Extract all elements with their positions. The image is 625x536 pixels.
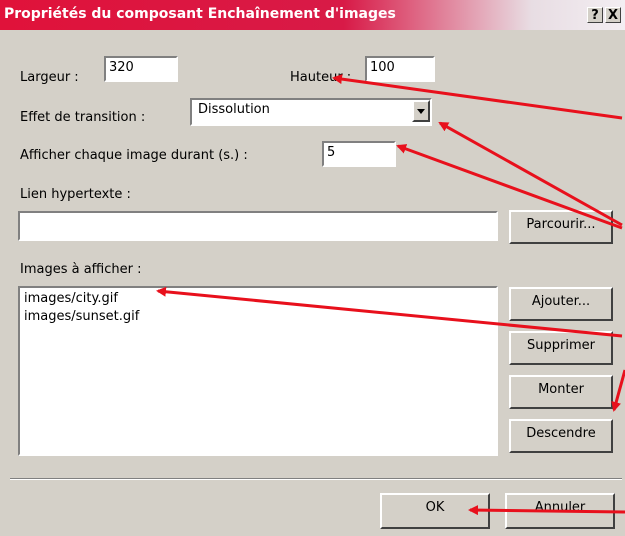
arrow-to-duration xyxy=(396,144,623,230)
arrow-to-move-up xyxy=(611,369,625,412)
arrow-to-image-list xyxy=(156,286,623,338)
annotation-arrows xyxy=(156,74,625,516)
arrow-to-height xyxy=(332,74,623,120)
arrow-to-ok xyxy=(468,505,625,516)
arrow-to-transition xyxy=(438,121,623,227)
